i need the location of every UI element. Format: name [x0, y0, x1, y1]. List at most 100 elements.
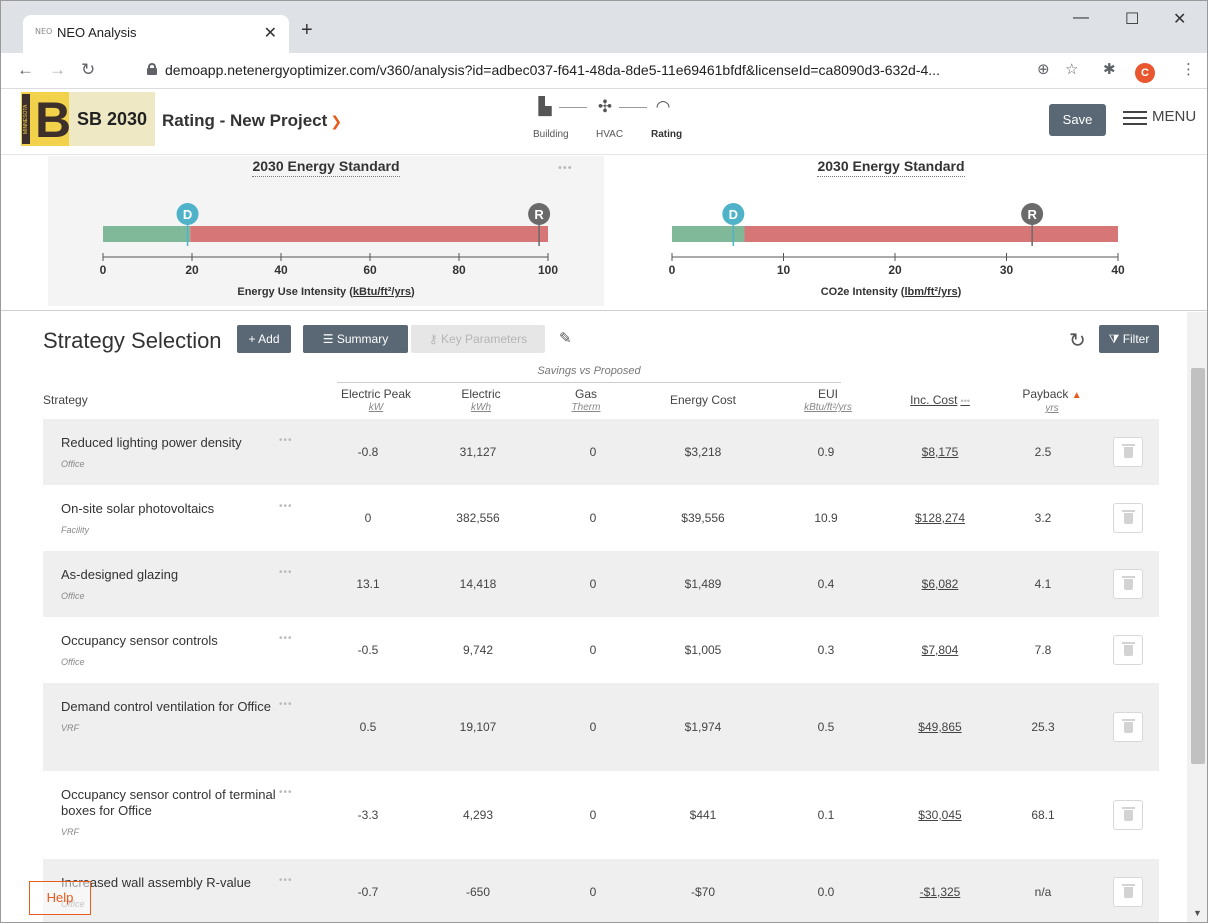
cell-peak: -0.7 — [357, 885, 379, 899]
maximize-icon[interactable]: ☐ — [1125, 9, 1139, 29]
section-title: Strategy Selection — [43, 328, 222, 353]
cell-peak: -3.3 — [357, 808, 379, 822]
row-options-icon[interactable]: ••• — [279, 633, 293, 644]
more-options-icon[interactable]: ••• — [558, 162, 573, 174]
zoom-icon[interactable]: ⊕ — [1037, 60, 1050, 78]
column-header-electric-peak[interactable]: Electric Peak kW — [331, 388, 421, 414]
axis-tick-label: 60 — [363, 263, 377, 277]
delete-strategy-button[interactable] — [1113, 712, 1143, 742]
extensions-icon[interactable]: ✱ — [1103, 60, 1116, 78]
cell-inc-cost[interactable]: $49,865 — [885, 720, 995, 734]
strategy-name: Occupancy sensor control of terminal box… — [61, 787, 279, 840]
key-parameters-tab[interactable]: ⚷ Key Parameters — [411, 325, 545, 353]
edit-icon[interactable]: ✎ — [559, 329, 572, 347]
gauge-icon[interactable]: ◠ — [653, 97, 673, 117]
add-strategy-button[interactable]: + Add — [237, 325, 291, 353]
minimize-icon[interactable]: — — [1073, 9, 1089, 27]
b3-logo: MINNESOTA B3 — [21, 92, 99, 146]
scrollbar-thumb[interactable] — [1191, 368, 1205, 764]
cell-eui: 0.5 — [817, 720, 835, 734]
table-row[interactable]: As-designed glazing Office ••• 13.1 14,418 0 $… — [43, 551, 1159, 617]
row-options-icon[interactable]: ••• — [279, 787, 293, 798]
table-row[interactable]: Occupancy sensor controls Office ••• -0.5 9,… — [43, 617, 1159, 683]
cell-payback: 25.3 — [1031, 720, 1055, 734]
delete-strategy-button[interactable] — [1113, 503, 1143, 533]
cell-inc-cost[interactable]: $128,274 — [885, 511, 995, 525]
list-icon: ☰ — [322, 332, 337, 346]
scrollbar[interactable]: ▼ — [1187, 312, 1207, 922]
filter-button[interactable]: ⧩ Filter — [1099, 325, 1159, 353]
cell-cost: -$70 — [690, 885, 716, 899]
row-options-icon[interactable]: ••• — [279, 567, 293, 578]
cell-inc-cost[interactable]: -$1,325 — [885, 885, 995, 899]
step-hvac[interactable]: HVAC — [596, 129, 623, 140]
lock-icon[interactable] — [147, 63, 157, 75]
help-button[interactable]: Help — [29, 881, 91, 915]
row-options-icon[interactable]: ••• — [279, 699, 293, 710]
reload-icon[interactable]: ↻ — [81, 60, 95, 80]
step-rating[interactable]: Rating — [651, 129, 682, 140]
column-header-energy-cost[interactable]: Energy Cost — [656, 394, 750, 407]
cell-payback: 2.5 — [1034, 445, 1052, 459]
refresh-icon[interactable]: ↻ — [1069, 328, 1086, 353]
building-icon[interactable]: ▙ — [535, 97, 555, 117]
table-row[interactable]: Demand control ventilation for Office VRF… — [43, 683, 1159, 771]
cell-gas: 0 — [589, 643, 597, 657]
unit-link[interactable]: lbm/ft²/yrs — [904, 286, 957, 298]
table-row[interactable]: Occupancy sensor control of terminal box… — [43, 771, 1159, 859]
axis-tick-label: 40 — [1111, 263, 1125, 277]
column-header-payback[interactable]: Payback ▲ yrs — [1007, 388, 1097, 415]
table-row[interactable]: On-site solar photovoltaics Facility ••• 0 3… — [43, 485, 1159, 551]
column-header-electric[interactable]: Electric kWh — [441, 388, 521, 414]
step-building[interactable]: Building — [533, 129, 569, 140]
new-tab-icon[interactable]: + — [301, 19, 313, 42]
cell-gas: 0 — [589, 720, 597, 734]
cell-eui: 0.0 — [817, 885, 835, 899]
window-close-icon[interactable]: ✕ — [1173, 9, 1186, 29]
delete-strategy-button[interactable] — [1113, 800, 1143, 830]
browser-tab[interactable]: NEO NEO Analysis ✕ — [23, 15, 289, 53]
column-header-eui[interactable]: EUI kBtu/ft²/yrs — [791, 388, 865, 414]
kebab-menu-icon[interactable]: ⋮ — [1181, 60, 1196, 78]
table-row[interactable]: Increased wall assembly R-valueOffice•••… — [43, 859, 1159, 922]
cell-electric: 4,293 — [462, 808, 494, 822]
tab-title: NEO Analysis — [57, 25, 137, 40]
unit-link[interactable]: kBtu/ft²/yrs — [353, 286, 411, 298]
scroll-down-icon[interactable]: ▼ — [1193, 908, 1202, 918]
column-header-inc-cost[interactable]: Inc. Cost ••• — [885, 394, 995, 408]
row-options-icon[interactable]: ••• — [279, 501, 293, 512]
column-header-strategy[interactable]: Strategy — [43, 394, 88, 407]
column-header-gas[interactable]: Gas Therm — [556, 388, 616, 414]
table-row[interactable]: Reduced lighting power density Office ••• -… — [43, 419, 1159, 485]
save-button[interactable]: Save — [1049, 104, 1106, 136]
cell-payback: 3.2 — [1034, 511, 1052, 525]
row-options-icon[interactable]: ••• — [279, 875, 293, 886]
bad-range-bar — [190, 226, 548, 242]
cell-cost: $1,489 — [684, 577, 722, 591]
fan-icon[interactable]: ✣ — [595, 97, 615, 117]
menu-label: MENU — [1152, 108, 1197, 125]
forward-icon[interactable]: → — [49, 60, 66, 80]
delete-strategy-button[interactable] — [1113, 635, 1143, 665]
star-icon[interactable]: ☆ — [1065, 60, 1078, 78]
profile-avatar[interactable]: C — [1135, 63, 1155, 83]
gauge-title[interactable]: 2030 Energy Standard — [817, 158, 965, 177]
strategy-category: VRF — [61, 827, 79, 837]
tab-close-icon[interactable]: ✕ — [264, 23, 277, 43]
cell-inc-cost[interactable]: $8,175 — [885, 445, 995, 459]
url-field[interactable]: demoapp.netenergyoptimizer.com/v360/anal… — [165, 62, 1025, 78]
strategy-category: Office — [61, 896, 279, 912]
gauge-title[interactable]: 2030 Energy Standard — [252, 158, 400, 177]
project-title-dropdown[interactable]: Rating - New Project ❯ — [162, 111, 342, 131]
delete-strategy-button[interactable] — [1113, 569, 1143, 599]
delete-strategy-button[interactable] — [1113, 437, 1143, 467]
cell-cost: $1,005 — [684, 643, 722, 657]
back-icon[interactable]: ← — [17, 60, 34, 80]
delete-strategy-button[interactable] — [1113, 877, 1143, 907]
cell-inc-cost[interactable]: $6,082 — [885, 577, 995, 591]
summary-tab[interactable]: ☰ Summary — [303, 325, 408, 353]
more-options-icon[interactable]: ••• — [960, 396, 969, 406]
cell-inc-cost[interactable]: $30,045 — [885, 808, 995, 822]
row-options-icon[interactable]: ••• — [279, 435, 293, 446]
cell-inc-cost[interactable]: $7,804 — [885, 643, 995, 657]
